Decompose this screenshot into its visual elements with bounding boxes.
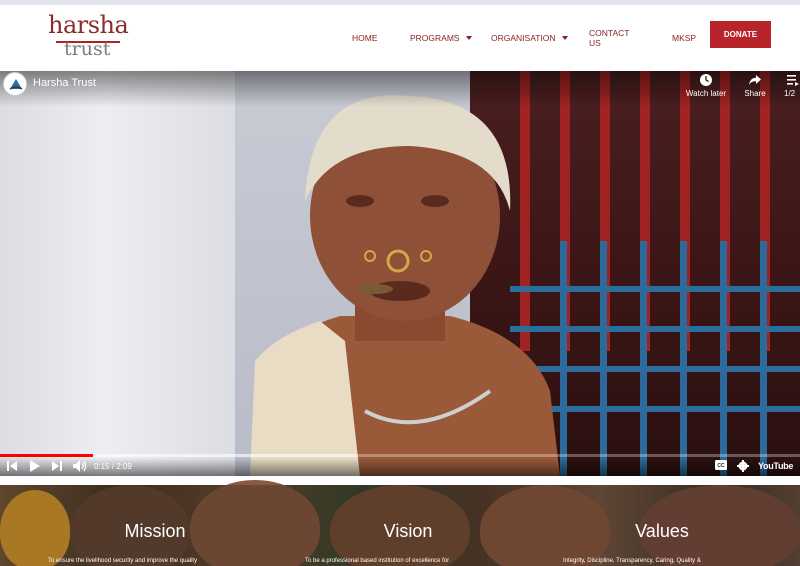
timecode: 0:15 / 2:09 — [94, 462, 132, 471]
svg-text:CC: CC — [717, 463, 725, 469]
vision-title: Vision — [383, 521, 433, 541]
nav-item-label: CONTACT US — [589, 27, 630, 48]
logo[interactable]: harsha trust — [46, 11, 129, 63]
logo-line1: harsha — [48, 11, 129, 39]
settings-icon[interactable] — [737, 460, 749, 472]
caret-down-icon — [561, 35, 568, 40]
watch-later-label: Watch later — [685, 89, 727, 98]
share-button[interactable]: Share — [740, 73, 770, 98]
window-bar — [720, 241, 727, 476]
clock-icon — [700, 74, 712, 86]
nav-item-contact[interactable]: CONTACT US — [589, 28, 629, 48]
video-title[interactable]: Harsha Trust — [33, 77, 96, 89]
window-bar — [600, 241, 607, 476]
youtube-logo[interactable]: YouTube — [758, 461, 793, 471]
share-icon — [749, 75, 761, 85]
nav-item-label: ORGANISATION — [491, 32, 556, 43]
values-title: Values — [635, 521, 689, 541]
nav-item-label: MKSP — [672, 32, 697, 43]
mission-text: To ensure the livelihood security and im… — [48, 558, 198, 564]
video-frame-portrait — [250, 95, 560, 476]
share-label: Share — [744, 89, 766, 98]
pillars-section: Mission To ensure the livelihood securit… — [0, 476, 800, 566]
play-icon[interactable] — [30, 460, 40, 472]
skip-back-icon[interactable] — [7, 460, 17, 472]
window-bar — [560, 241, 567, 476]
playlist-icon — [787, 75, 799, 86]
site-header: harsha trust HOME PROGRAMS ORGANISATION … — [0, 5, 800, 70]
mission-title: Mission — [124, 521, 186, 541]
captions-icon[interactable]: CC — [715, 460, 727, 470]
logo-line2: trust — [64, 38, 111, 60]
watch-later-button[interactable]: Watch later — [682, 73, 730, 98]
nav-item-organisation[interactable]: ORGANISATION — [491, 33, 568, 43]
nav-item-mksp[interactable]: MKSP — [672, 33, 696, 43]
video-top-shade — [0, 71, 800, 107]
caret-down-icon — [465, 35, 472, 40]
skip-next-icon[interactable] — [52, 460, 62, 472]
progress-played — [0, 454, 93, 457]
donate-button[interactable]: DONATE — [710, 21, 771, 48]
window-bar — [760, 241, 767, 476]
nav-item-programs[interactable]: PROGRAMS — [410, 33, 472, 43]
volume-icon[interactable] — [73, 460, 87, 472]
vision-text: To be a professional based institution o… — [305, 558, 450, 564]
values-text: Integrity, Discipline, Transparency, Car… — [563, 558, 701, 564]
video-scene-bg — [0, 71, 260, 476]
window-bar — [640, 241, 647, 476]
window-bar — [680, 241, 687, 476]
nav-item-label: PROGRAMS — [410, 32, 460, 43]
video-player[interactable]: Harsha Trust Watch later Share 1/2 0:15 … — [0, 71, 800, 476]
nav-item-home[interactable]: HOME — [352, 33, 378, 43]
nav-item-label: HOME — [352, 32, 378, 43]
playlist-label: 1/2 — [784, 89, 796, 98]
playlist-button[interactable]: 1/2 — [784, 73, 800, 98]
channel-avatar-icon[interactable] — [3, 72, 27, 96]
